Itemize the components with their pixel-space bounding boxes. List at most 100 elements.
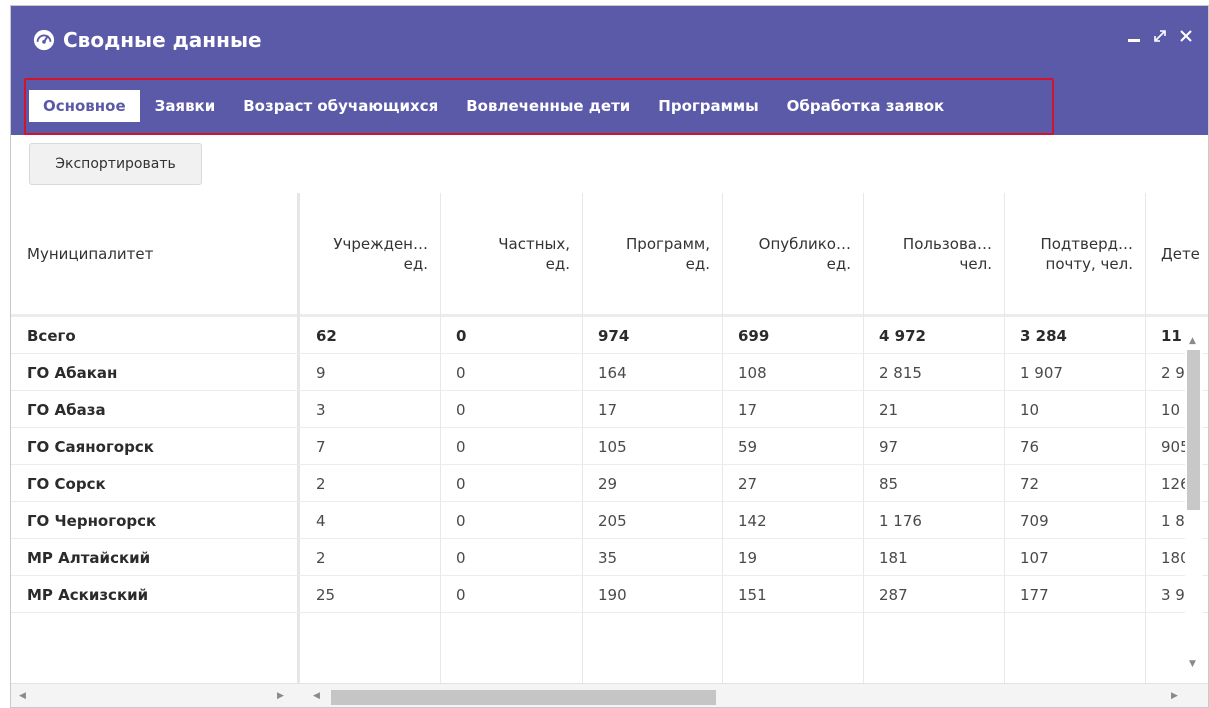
table-cell: 62 — [316, 326, 337, 345]
maximize-icon[interactable] — [1152, 26, 1168, 46]
table-cell: 2 — [316, 548, 326, 567]
table-cell: 0 — [456, 400, 466, 419]
table-row[interactable]: МР Аскизский 25 0 190 151 287 177 3 9 — [11, 576, 1208, 613]
municipality-cell: МР Аскизский — [27, 585, 149, 604]
tab-requests[interactable]: Заявки — [141, 89, 230, 123]
scroll-right-icon[interactable]: ▶ — [277, 691, 284, 701]
table-cell: 0 — [456, 474, 466, 493]
scroll-up-icon[interactable]: ▲ — [1189, 336, 1196, 346]
tab-involved-children[interactable]: Вовлеченные дети — [452, 89, 644, 123]
horizontal-scrollbar: ◀ ▶ ◀ ▶ — [11, 683, 1208, 707]
table-cell: 205 — [598, 511, 627, 530]
table-cell: 142 — [738, 511, 767, 530]
summary-window: Сводные данные Основное Заявки Возраст о… — [10, 5, 1209, 708]
column-header-children[interactable]: Дете — [1145, 193, 1208, 314]
table-cell: 4 — [316, 511, 326, 530]
tab-programs[interactable]: Программы — [644, 89, 772, 123]
frozen-horizontal-scrollbar[interactable]: ◀ ▶ — [11, 688, 296, 706]
table-cell: 105 — [598, 437, 627, 456]
column-header-published[interactable]: Опублико… ед. — [722, 193, 863, 314]
municipality-cell: ГО Абаза — [27, 400, 106, 419]
table-row[interactable]: ГО Абакан 9 0 164 108 2 815 1 907 2 9 — [11, 354, 1208, 391]
column-header-programs[interactable]: Программ, ед. — [582, 193, 722, 314]
dashboard-gauge-icon — [33, 29, 55, 51]
table-cell: 0 — [456, 511, 466, 530]
table-cell: 709 — [1020, 511, 1049, 530]
municipality-cell: ГО Сорск — [27, 474, 106, 493]
table-cell: 35 — [598, 548, 618, 567]
table-cell: 59 — [738, 437, 758, 456]
table-cell: 0 — [456, 548, 466, 567]
tab-bar: Основное Заявки Возраст обучающихся Вовл… — [11, 76, 1208, 135]
table-cell: 151 — [738, 585, 767, 604]
tab-main[interactable]: Основное — [28, 89, 141, 123]
scroll-left-icon[interactable]: ◀ — [19, 691, 26, 701]
table-cell: 1 176 — [879, 511, 922, 530]
window-title: Сводные данные — [33, 28, 262, 52]
scroll-right-icon[interactable]: ▶ — [1171, 691, 1178, 701]
table-cell: 181 — [879, 548, 908, 567]
column-header-private[interactable]: Частных, ед. — [440, 193, 582, 314]
municipality-cell: МР Алтайский — [27, 548, 151, 567]
vertical-scroll-thumb[interactable] — [1187, 350, 1200, 510]
table-cell: 1 907 — [1020, 363, 1063, 382]
table-cell: 85 — [879, 474, 899, 493]
table-cell: 72 — [1020, 474, 1040, 493]
table-cell: 108 — [738, 363, 767, 382]
table-cell: 974 — [598, 326, 630, 345]
table-cell: 107 — [1020, 548, 1049, 567]
column-header-confirmed-email[interactable]: Подтверд… почту, чел. — [1004, 193, 1145, 314]
table-row[interactable]: ГО Черногорск 4 0 205 142 1 176 709 1 8 — [11, 502, 1208, 539]
municipality-cell: Всего — [27, 326, 76, 345]
table-row[interactable]: ГО Саяногорск 7 0 105 59 97 76 905 — [11, 428, 1208, 465]
vertical-scrollbar[interactable]: ▲ ▼ — [1185, 336, 1202, 669]
table-cell: 0 — [456, 585, 466, 604]
horizontal-scroll-thumb[interactable] — [331, 690, 716, 705]
toolbar: Экспортировать — [11, 135, 1208, 193]
table-cell: 0 — [456, 437, 466, 456]
window-titlebar: Сводные данные — [11, 6, 1208, 76]
municipality-cell: ГО Черногорск — [27, 511, 157, 530]
table-row[interactable]: МР Алтайский 2 0 35 19 181 107 180 — [11, 539, 1208, 576]
scroll-down-icon[interactable]: ▼ — [1189, 659, 1196, 669]
table-cell: 3 — [316, 400, 326, 419]
minimize-icon[interactable] — [1126, 26, 1142, 46]
table-row[interactable]: Всего 62 0 974 699 4 972 3 284 11 — [11, 317, 1208, 354]
table-cell: 287 — [879, 585, 908, 604]
table-cell: 2 — [316, 474, 326, 493]
column-header-institutions[interactable]: Учрежден… ед. — [300, 193, 440, 314]
table-cell: 97 — [879, 437, 899, 456]
table-row[interactable]: ГО Сорск 2 0 29 27 85 72 126 — [11, 465, 1208, 502]
table-cell: 27 — [738, 474, 758, 493]
table-cell: 164 — [598, 363, 627, 382]
municipality-cell: ГО Саяногорск — [27, 437, 154, 456]
table-cell: 190 — [598, 585, 627, 604]
tab-request-processing[interactable]: Обработка заявок — [773, 89, 959, 123]
municipality-cell: ГО Абакан — [27, 363, 118, 382]
main-horizontal-scrollbar[interactable]: ◀ ▶ — [311, 688, 1191, 706]
table-row[interactable]: ГО Абаза 3 0 17 17 21 10 10 — [11, 391, 1208, 428]
scroll-left-icon[interactable]: ◀ — [313, 691, 320, 701]
column-header-municipality[interactable]: Муниципалитет — [11, 193, 297, 314]
column-header-users[interactable]: Пользова… чел. — [863, 193, 1004, 314]
table-cell: 2 815 — [879, 363, 922, 382]
table-cell: 29 — [598, 474, 618, 493]
table-cell: 0 — [456, 326, 467, 345]
table-cell: 76 — [1020, 437, 1040, 456]
table-cell: 699 — [738, 326, 770, 345]
export-button[interactable]: Экспортировать — [29, 143, 202, 185]
data-grid: Муниципалитет Учрежден… ед. Частных, ед. П… — [11, 193, 1208, 683]
table-cell: 9 — [316, 363, 326, 382]
table-cell: 21 — [879, 400, 899, 419]
table-cell: 0 — [456, 363, 466, 382]
window-title-text: Сводные данные — [63, 28, 262, 52]
table-cell: 19 — [738, 548, 758, 567]
tab-student-age[interactable]: Возраст обучающихся — [229, 89, 452, 123]
table-cell: 10 — [1020, 400, 1040, 419]
grid-header: Муниципалитет Учрежден… ед. Частных, ед. П… — [11, 193, 1208, 317]
table-cell: 177 — [1020, 585, 1049, 604]
table-cell: 7 — [316, 437, 326, 456]
close-icon[interactable] — [1178, 26, 1194, 46]
table-cell: 4 972 — [879, 326, 926, 345]
table-cell: 25 — [316, 585, 336, 604]
